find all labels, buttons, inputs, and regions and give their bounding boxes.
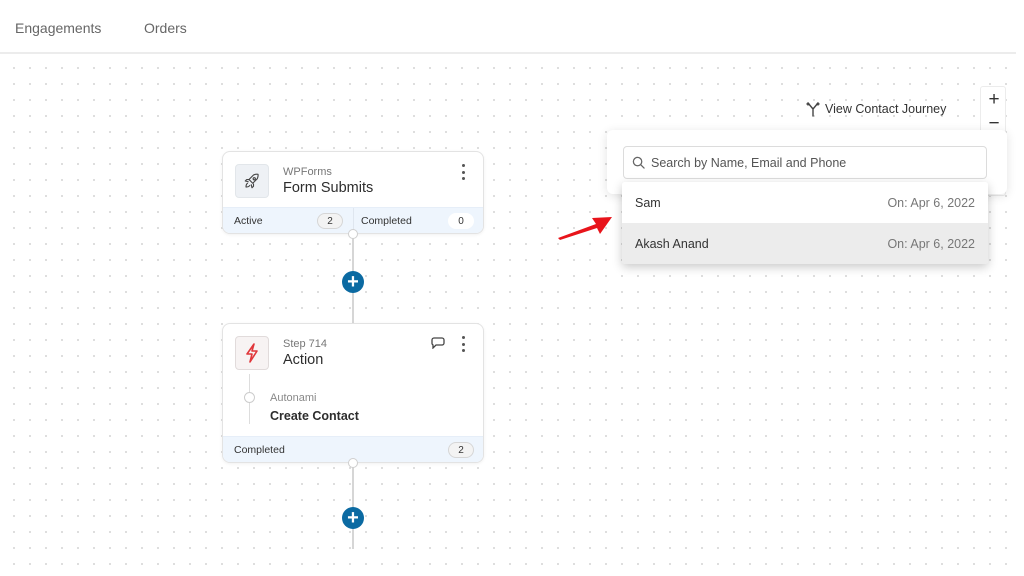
add-step-button[interactable]: + — [342, 507, 364, 529]
result-date: On: Apr 6, 2022 — [887, 195, 975, 210]
rocket-icon — [244, 173, 259, 189]
result-name: Sam — [635, 195, 661, 210]
view-contact-journey-link[interactable]: View Contact Journey — [806, 101, 946, 117]
trigger-card[interactable]: WPForms Form Submits Active 2 Completed … — [222, 151, 484, 234]
comment-icon[interactable] — [431, 337, 445, 349]
connector-node — [348, 458, 358, 468]
action-completed-label: Completed — [234, 444, 285, 456]
annotation-arrow-shape — [558, 217, 612, 240]
search-box[interactable] — [623, 146, 987, 179]
annotation-arrow-icon — [558, 217, 612, 240]
active-count-badge: 2 — [317, 213, 343, 229]
tab-engagements[interactable]: Engagements — [15, 20, 101, 36]
search-icon — [632, 156, 645, 169]
trigger-icon-box — [235, 164, 269, 198]
active-label: Active — [234, 215, 263, 227]
zoom-in-button[interactable]: + — [981, 87, 1007, 113]
action-card[interactable]: Step 714 Action Autonami Create Contact … — [222, 323, 484, 463]
trigger-source: WPForms — [283, 166, 332, 178]
search-results-dropdown: Sam On: Apr 6, 2022 Akash Anand On: Apr … — [622, 182, 988, 264]
view-contact-journey-label: View Contact Journey — [825, 102, 947, 116]
completed-stat[interactable]: Completed 0 — [354, 208, 483, 233]
trigger-more-menu-icon[interactable] — [459, 164, 467, 180]
action-step-label: Step 714 — [283, 338, 328, 350]
result-date: On: Apr 6, 2022 — [887, 236, 975, 251]
trigger-title: Form Submits — [283, 180, 374, 196]
connector-node — [348, 229, 358, 239]
active-stat[interactable]: Active 2 — [223, 208, 354, 233]
top-tab-bar: Engagements Orders — [0, 0, 1016, 54]
action-completed-count-badge: 2 — [448, 442, 474, 458]
search-result-item[interactable]: Sam On: Apr 6, 2022 — [622, 182, 988, 223]
add-step-button[interactable]: + — [342, 271, 364, 293]
search-result-item[interactable]: Akash Anand On: Apr 6, 2022 — [622, 223, 988, 264]
sub-action-source: Autonami — [270, 392, 317, 404]
sub-action-node — [244, 392, 255, 403]
lightning-icon — [246, 343, 258, 363]
action-title: Action — [283, 352, 324, 368]
action-icon-box — [235, 336, 269, 370]
fork-icon — [806, 102, 820, 117]
result-name: Akash Anand — [635, 236, 709, 251]
sub-action-title[interactable]: Create Contact — [270, 409, 359, 423]
action-more-menu-icon[interactable] — [459, 336, 467, 352]
completed-label: Completed — [361, 215, 412, 227]
completed-count-badge: 0 — [448, 213, 474, 229]
contact-search-input[interactable] — [651, 155, 971, 170]
tab-orders[interactable]: Orders — [144, 20, 187, 36]
